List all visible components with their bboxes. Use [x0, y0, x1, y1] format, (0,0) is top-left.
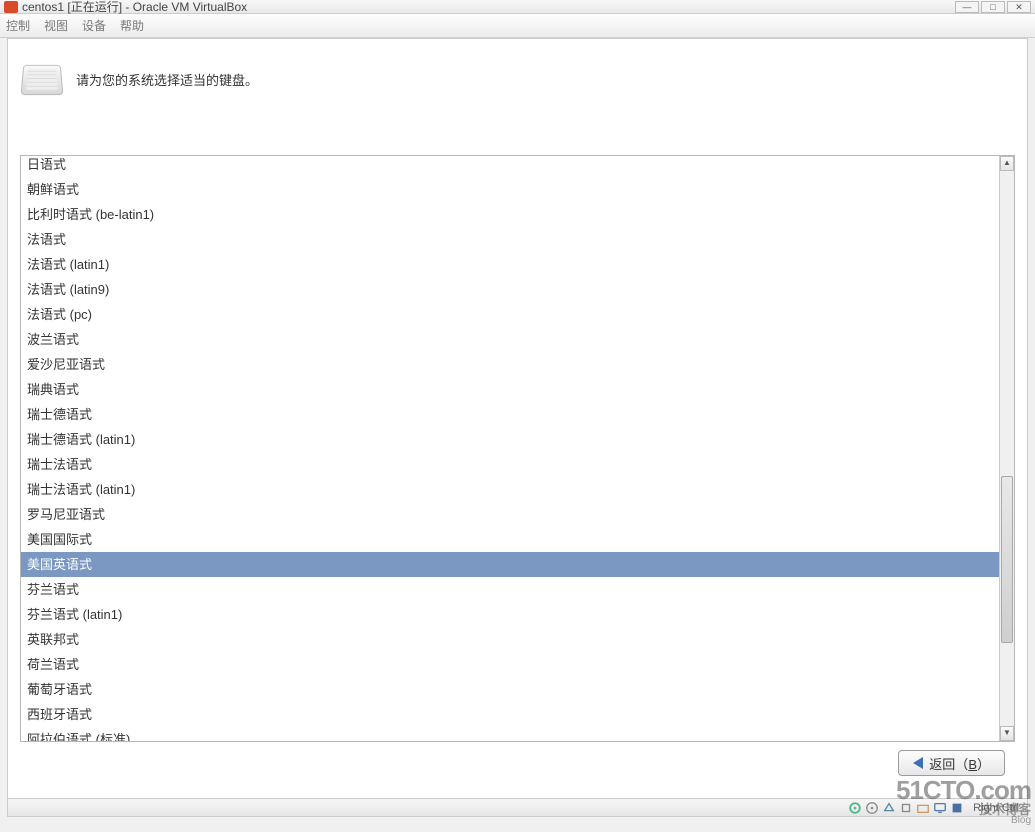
menubar: 控制 视图 设备 帮助 — [0, 14, 1035, 38]
list-item[interactable]: 朝鲜语式 — [21, 177, 999, 202]
list-item[interactable]: 瑞士德语式 (latin1) — [21, 427, 999, 452]
scroll-thumb[interactable] — [1001, 476, 1013, 643]
mouse-integration-icon[interactable] — [950, 801, 964, 815]
menu-control[interactable]: 控制 — [6, 17, 30, 34]
list-item[interactable]: 阿拉伯语式 (标准) — [21, 727, 999, 741]
list-item[interactable]: 瑞士法语式 (latin1) — [21, 477, 999, 502]
keyboard-listbox[interactable]: 日语式朝鲜语式比利时语式 (be-latin1)法语式法语式 (latin1)法… — [20, 155, 1015, 742]
network-icon[interactable] — [882, 801, 896, 815]
list-item[interactable]: 波兰语式 — [21, 327, 999, 352]
window-controls: — □ ✕ — [955, 1, 1031, 13]
list-item[interactable]: 法语式 (latin1) — [21, 252, 999, 277]
menu-view[interactable]: 视图 — [44, 17, 68, 34]
list-item[interactable]: 荷兰语式 — [21, 652, 999, 677]
maximize-button[interactable]: □ — [981, 1, 1005, 13]
keyboard-icon — [21, 65, 64, 95]
usb-icon[interactable] — [899, 801, 913, 815]
list-item[interactable]: 芬兰语式 (latin1) — [21, 602, 999, 627]
list-item[interactable]: 日语式 — [21, 156, 999, 177]
installer-prompt: 请为您的系统选择适当的键盘。 — [76, 70, 258, 89]
list-item[interactable]: 芬兰语式 — [21, 577, 999, 602]
list-item[interactable]: 法语式 — [21, 227, 999, 252]
minimize-button[interactable]: — — [955, 1, 979, 13]
scroll-track[interactable] — [1000, 171, 1014, 726]
window-titlebar: centos1 [正在运行] - Oracle VM VirtualBox — … — [0, 0, 1035, 14]
close-button[interactable]: ✕ — [1007, 1, 1031, 13]
guest-screen: 请为您的系统选择适当的键盘。 日语式朝鲜语式比利时语式 (be-latin1)法… — [7, 38, 1028, 817]
menu-devices[interactable]: 设备 — [82, 17, 106, 34]
harddisk-icon[interactable] — [848, 801, 862, 815]
hostkey-indicator: Right Ctrl — [973, 802, 1019, 814]
scroll-up-button[interactable]: ▲ — [1000, 156, 1014, 171]
list-item[interactable]: 美国国际式 — [21, 527, 999, 552]
back-button[interactable]: 返回（B） — [898, 750, 1005, 776]
optical-disk-icon[interactable] — [865, 801, 879, 815]
back-button-label: 返回（B） — [929, 754, 990, 773]
list-item[interactable]: 法语式 (latin9) — [21, 277, 999, 302]
list-item[interactable]: 美国英语式 — [21, 552, 999, 577]
list-item[interactable]: 葡萄牙语式 — [21, 677, 999, 702]
installer-header: 请为您的系统选择适当的键盘。 — [8, 39, 1027, 113]
list-item[interactable]: 瑞士德语式 — [21, 402, 999, 427]
list-item[interactable]: 法语式 (pc) — [21, 302, 999, 327]
list-item[interactable]: 西班牙语式 — [21, 702, 999, 727]
window-title: centos1 [正在运行] - Oracle VM VirtualBox — [22, 0, 955, 15]
shared-folders-icon[interactable] — [916, 801, 930, 815]
list-item[interactable]: 罗马尼亚语式 — [21, 502, 999, 527]
keyboard-list-viewport: 日语式朝鲜语式比利时语式 (be-latin1)法语式法语式 (latin1)法… — [21, 156, 999, 741]
list-item[interactable]: 瑞典语式 — [21, 377, 999, 402]
watermark-line3: Blog — [896, 816, 1031, 826]
list-scrollbar[interactable]: ▲ ▼ — [999, 156, 1014, 741]
arrow-left-icon — [913, 757, 923, 769]
virtualbox-icon — [4, 1, 18, 13]
scroll-down-button[interactable]: ▼ — [1000, 726, 1014, 741]
vm-statusbar: Right Ctrl — [8, 798, 1027, 816]
menu-help[interactable]: 帮助 — [120, 17, 144, 34]
list-item[interactable]: 瑞士法语式 — [21, 452, 999, 477]
list-item[interactable]: 比利时语式 (be-latin1) — [21, 202, 999, 227]
list-item[interactable]: 英联邦式 — [21, 627, 999, 652]
list-item[interactable]: 爱沙尼亚语式 — [21, 352, 999, 377]
footer-buttons: 返回（B） — [898, 750, 1005, 776]
display-icon[interactable] — [933, 801, 947, 815]
